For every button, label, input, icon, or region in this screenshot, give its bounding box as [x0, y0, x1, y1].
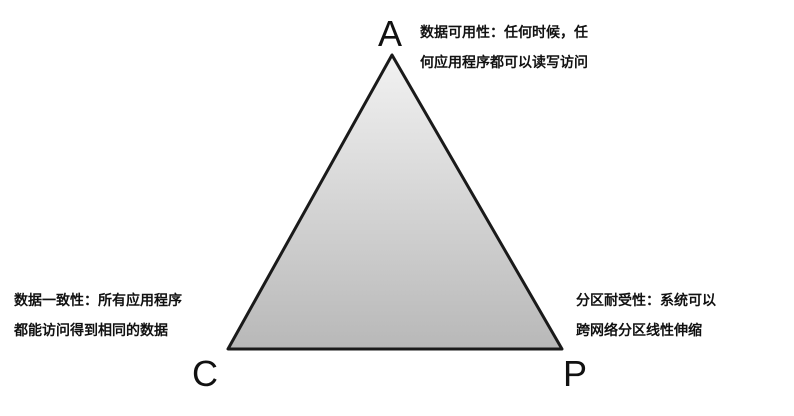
- cap-triangle: [226, 53, 564, 351]
- consistency-description: 数据一致性：所有应用程序 都能访问得到相同的数据: [14, 286, 182, 346]
- partition-line-2: 跨网络分区线性伸缩: [576, 323, 702, 339]
- consistency-line-1: 数据一致性：所有应用程序: [14, 293, 182, 309]
- vertex-label-c: C: [192, 353, 218, 394]
- partition-tolerance-description: 分区耐受性：系统可以 跨网络分区线性伸缩: [576, 286, 716, 346]
- availability-line-2: 何应用程序都可以读写访问: [420, 55, 588, 71]
- partition-line-1: 分区耐受性：系统可以: [576, 293, 716, 309]
- cap-triangle-diagram: [226, 53, 564, 351]
- availability-line-1: 数据可用性：任何时候，任: [420, 25, 588, 41]
- vertex-label-p: P: [563, 353, 588, 394]
- availability-description: 数据可用性：任何时候，任 何应用程序都可以读写访问: [420, 18, 588, 78]
- vertex-label-a: A: [378, 13, 403, 54]
- consistency-line-2: 都能访问得到相同的数据: [14, 323, 168, 339]
